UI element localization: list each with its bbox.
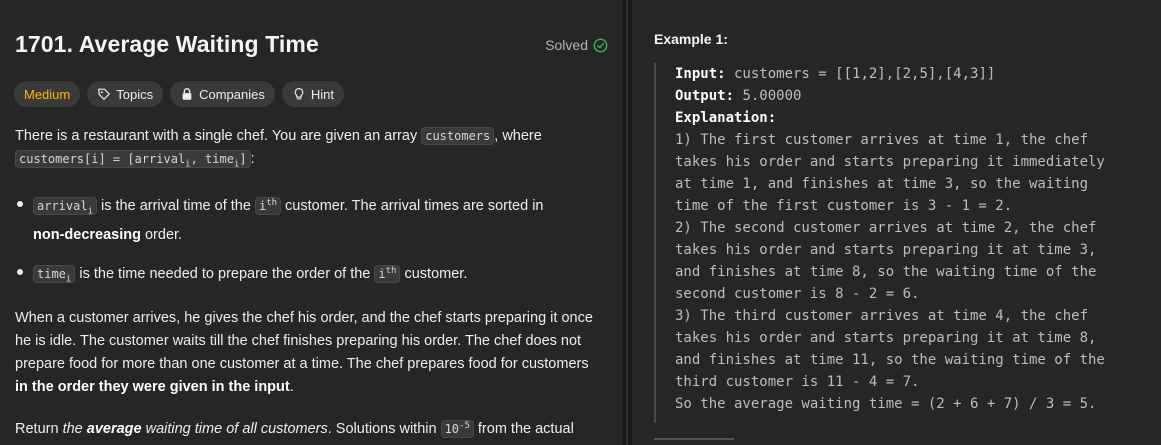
intro-paragraph: There is a restaurant with a single chef… (15, 125, 605, 176)
code-superscript: th (266, 198, 278, 209)
explanation-line: third customer is 11 - 4 = 7. (675, 374, 920, 390)
hint-label: Hint (310, 86, 334, 102)
code-subscript: i (65, 274, 72, 285)
panel-resize-handle[interactable] (622, 0, 632, 445)
problem-description-panel: 1701. Average Waiting Time Solved Medium… (0, 0, 622, 445)
italic-text: waiting time of all customers (141, 421, 328, 438)
inline-code-tolerance: 10-5 (440, 420, 474, 439)
bullet-text: is the time needed to prepare the order … (75, 265, 375, 282)
problem-tags: Medium Topics Companies Hint (14, 81, 344, 107)
code-text: arrival (37, 199, 88, 214)
code-superscript: th (385, 265, 397, 276)
problem-statement: There is a restaurant with a single chef… (15, 125, 605, 445)
companies-button[interactable]: Companies (170, 81, 275, 107)
lightbulb-icon (294, 88, 304, 100)
bullet-text: customer. (400, 265, 468, 282)
tag-icon (98, 88, 111, 100)
code-text: , time (190, 152, 234, 166)
bold-text: non-decreasing (33, 226, 141, 243)
code-superscript: -5 (459, 421, 470, 432)
bold-italic-text: average (86, 421, 142, 438)
description-bullets: arrivali is the arrival time of the ith … (15, 192, 605, 291)
paragraph-text: Return (15, 421, 63, 438)
solved-status: Solved (545, 37, 608, 53)
output-value: 5.00000 (734, 88, 802, 104)
output-label: Output: (675, 88, 735, 104)
code-subscript: i (87, 206, 93, 217)
inline-code-ith: ith (254, 197, 282, 216)
code-text: ] (239, 152, 247, 166)
explanation-line: and finishes at time 11, so the waiting … (675, 352, 1105, 368)
lock-icon (182, 88, 192, 100)
explanation-line: time of the first customer is 3 - 1 = 2. (675, 198, 1013, 214)
example-title: Example 1: (654, 31, 728, 47)
example-panel: Example 1: Input: customers = [[1,2],[2,… (632, 0, 1161, 445)
return-paragraph: Return the average waiting time of all c… (15, 415, 605, 445)
rules-paragraph: When a customer arrives, he gives the ch… (15, 307, 605, 399)
explanation-line: at time 1, and finishes at time 3, so th… (675, 176, 1089, 192)
bullet-text: is the arrival time of the (97, 198, 255, 215)
example-block: Input: customers = [[1,2],[2,5],[4,3]] O… (654, 63, 1161, 423)
next-example-title-partial (654, 438, 734, 445)
explanation-line: and finishes at time 8, so the waiting t… (675, 264, 1097, 280)
inline-code-ith: ith (374, 264, 401, 283)
explanation-line: takes his order and starts preparing it … (675, 242, 1097, 258)
bullet-arrival: arrivali is the arrival time of the ith … (15, 192, 605, 246)
intro-text-1: There is a restaurant with a single chef… (15, 128, 422, 144)
difficulty-label: Medium (24, 86, 71, 102)
explanation-line: 2) The second customer arrives at time 2… (675, 220, 1097, 236)
explanation-line: So the average waiting time = (2 + 6 + 7… (675, 396, 1097, 412)
input-value: customers = [[1,2],[2,5],[4,3]] (725, 66, 996, 82)
explanation-label: Explanation: (675, 110, 777, 126)
explanation-line: 1) The first customer arrives at time 1,… (675, 132, 1089, 148)
inline-code-customers-i: customers[i] = [arrivali, timei] (15, 150, 251, 169)
bullet-text: customer. The arrival times are sorted i… (281, 198, 544, 215)
intro-text-2: , where (494, 128, 542, 144)
bold-text: in the order they were given in the inpu… (15, 379, 290, 396)
solved-label: Solved (545, 37, 588, 53)
inline-code-time: timei (33, 264, 76, 285)
code-text: customers[i] = [arrival (19, 152, 186, 166)
inline-code-arrival: arrivali (33, 197, 97, 217)
explanation-line: takes his order and starts preparing it … (675, 330, 1097, 346)
problem-title[interactable]: 1701. Average Waiting Time (15, 31, 319, 58)
explanation-line: 3) The third customer arrives at time 4,… (675, 308, 1089, 324)
code-text: 10 (444, 422, 460, 437)
topics-label: Topics (116, 86, 154, 102)
hint-button[interactable]: Hint (281, 81, 344, 107)
italic-text: the (62, 421, 87, 438)
code-text: time (37, 266, 66, 281)
paragraph-text: . (289, 379, 294, 396)
intro-text-3: : (250, 151, 255, 167)
difficulty-badge: Medium (14, 81, 81, 107)
inline-code: customers (421, 127, 495, 145)
bullet-text: order. (140, 226, 183, 243)
explanation-line: second customer is 8 - 2 = 6. (675, 286, 920, 302)
companies-label: Companies (199, 86, 265, 102)
code-text: i (378, 266, 386, 281)
paragraph-text: . Solutions within (327, 421, 441, 438)
paragraph-text: When a customer arrives, he gives the ch… (15, 310, 593, 373)
check-circle-icon (593, 38, 608, 52)
bullet-time: timei is the time needed to prepare the … (15, 260, 605, 291)
input-label: Input: (675, 66, 726, 82)
explanation-line: takes his order and starts preparing it … (675, 154, 1105, 170)
topics-button[interactable]: Topics (87, 81, 164, 107)
